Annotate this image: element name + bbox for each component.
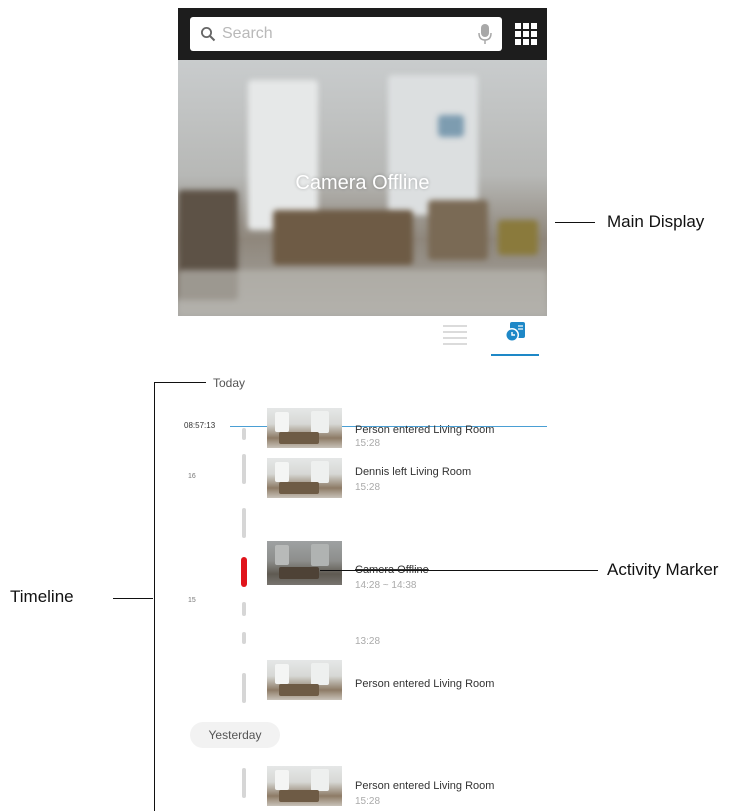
event-time: 15:28 xyxy=(355,796,381,807)
timeline-view-icon[interactable] xyxy=(503,320,527,344)
search-input[interactable]: Search xyxy=(190,17,502,51)
window-light xyxy=(248,80,318,230)
activity-marker[interactable] xyxy=(241,557,247,587)
list-view-icon[interactable] xyxy=(441,323,469,345)
apps-grid-icon[interactable] xyxy=(514,22,538,46)
annotation-line-main-display xyxy=(555,222,595,223)
day-label-today: Today xyxy=(213,376,246,390)
annotation-line-activity-marker xyxy=(320,570,598,571)
event-thumbnail[interactable] xyxy=(267,766,342,806)
timeline-tick-label: 15 xyxy=(188,597,196,604)
timeline-tick-label: 16 xyxy=(188,473,196,480)
timeline-rail-segment xyxy=(242,768,246,798)
search-icon xyxy=(201,27,216,42)
event-title[interactable]: Person entered Living Room xyxy=(355,678,494,690)
annotation-timeline: Timeline xyxy=(10,587,74,606)
event-title[interactable]: Person entered Living Room xyxy=(355,424,494,436)
timeline-rail-segment xyxy=(242,428,246,440)
picture-frame xyxy=(438,115,464,137)
phone-screen: Search Camera Offline Today 08:57:13 16 … xyxy=(178,8,547,811)
annotation-main-display: Main Display xyxy=(607,212,705,231)
event-time: 15:28 xyxy=(355,438,381,449)
timeline-rail-segment xyxy=(242,632,246,644)
event-title[interactable]: Person entered Living Room xyxy=(355,780,494,792)
event-thumbnail[interactable] xyxy=(267,408,342,448)
event-time: 13:28 xyxy=(355,636,381,647)
event-time: 14:28 ~ 14:38 xyxy=(355,580,417,591)
annotation-bracket-top xyxy=(154,382,206,383)
timeline-rail-segment xyxy=(242,508,246,538)
timeline-rail-segment xyxy=(242,602,246,616)
annotation-activity-marker: Activity Marker xyxy=(607,560,719,579)
current-time-label: 08:57:13 xyxy=(184,421,216,430)
search-placeholder: Search xyxy=(222,25,273,42)
active-tab-indicator xyxy=(491,354,539,356)
event-thumbnail[interactable] xyxy=(267,541,342,585)
annotation-line-timeline xyxy=(113,598,153,599)
timeline-rail-segment xyxy=(242,454,246,484)
furniture-shape xyxy=(428,200,488,260)
day-label-yesterday: Yesterday xyxy=(190,722,280,748)
annotation-bracket-timeline xyxy=(154,382,155,811)
event-title[interactable]: Dennis left Living Room xyxy=(355,466,471,478)
event-time: 15:28 xyxy=(355,482,381,493)
main-camera-display[interactable]: Camera Offline xyxy=(178,60,547,316)
microphone-icon[interactable] xyxy=(478,23,492,45)
event-thumbnail[interactable] xyxy=(267,660,342,700)
furniture-shape xyxy=(273,210,413,265)
top-bar: Search xyxy=(178,8,547,60)
floor-shape xyxy=(178,270,547,316)
plant-shape xyxy=(498,220,538,255)
event-thumbnail[interactable] xyxy=(267,458,342,498)
camera-status-text: Camera Offline xyxy=(295,172,430,194)
timeline-rail-segment xyxy=(242,673,246,703)
